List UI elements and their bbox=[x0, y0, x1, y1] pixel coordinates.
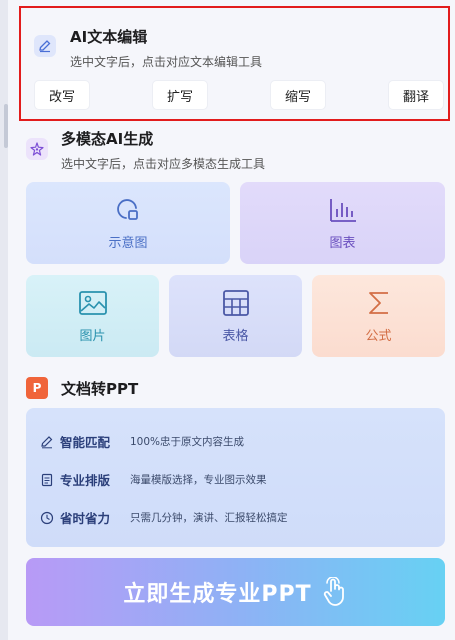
sparkle-icon bbox=[26, 138, 48, 160]
ai-edit-section: AI文本编辑 选中文字后，点击对应文本编辑工具 改写 扩写 缩写 翻译 bbox=[19, 6, 450, 121]
diagram-card[interactable]: 示意图 bbox=[26, 182, 230, 264]
sigma-icon bbox=[368, 291, 388, 314]
scroll-rail[interactable] bbox=[0, 0, 8, 640]
formula-card[interactable]: 公式 bbox=[312, 275, 445, 357]
doc-ppt-title: 文档转PPT bbox=[61, 380, 139, 398]
formula-label: 公式 bbox=[365, 328, 392, 344]
pointer-hand-icon bbox=[323, 577, 344, 606]
abbreviate-button[interactable]: 缩写 bbox=[269, 80, 326, 110]
feature-row: 智能匹配 100%忠于原文内容生成 bbox=[40, 432, 244, 451]
diagram-label: 示意图 bbox=[108, 235, 148, 251]
table-label: 表格 bbox=[222, 328, 249, 344]
generate-ppt-button[interactable]: 立即生成专业PPT bbox=[26, 558, 445, 626]
pencil-icon bbox=[34, 35, 56, 57]
translate-button[interactable]: 翻译 bbox=[387, 80, 444, 110]
powerpoint-icon: P bbox=[26, 377, 48, 399]
ai-edit-subtitle: 选中文字后，点击对应文本编辑工具 bbox=[70, 55, 263, 69]
document-icon bbox=[41, 473, 53, 486]
multimodal-title: 多模态AI生成 bbox=[61, 130, 154, 148]
table-icon bbox=[222, 289, 249, 316]
image-label: 图片 bbox=[79, 328, 106, 344]
chart-card[interactable]: 图表 bbox=[240, 182, 445, 264]
feature-name: 省时省力 bbox=[60, 511, 111, 526]
feature-desc: 只需几分钟，演讲、汇报轻松搞定 bbox=[130, 512, 288, 524]
feature-desc: 100%忠于原文内容生成 bbox=[130, 436, 245, 448]
feature-name: 智能匹配 bbox=[60, 435, 111, 450]
ai-edit-title: AI文本编辑 bbox=[70, 28, 148, 46]
chart-label: 图表 bbox=[329, 235, 356, 251]
clock-icon bbox=[40, 511, 54, 524]
feature-box: 智能匹配 100%忠于原文内容生成 专业排版 海量模版选择，专业图示效果 省时省… bbox=[26, 408, 445, 547]
multimodal-subtitle: 选中文字后，点击对应多模态生成工具 bbox=[61, 157, 266, 171]
generate-ppt-label: 立即生成专业PPT bbox=[123, 582, 312, 607]
feature-row: 专业排版 海量模版选择，专业图示效果 bbox=[40, 470, 267, 489]
image-icon bbox=[78, 290, 107, 315]
rewrite-button[interactable]: 改写 bbox=[34, 80, 91, 110]
expand-button[interactable]: 扩写 bbox=[151, 80, 208, 110]
diagram-icon bbox=[117, 198, 138, 220]
image-card[interactable]: 图片 bbox=[26, 275, 159, 357]
tool-panel: AI文本编辑 选中文字后，点击对应文本编辑工具 改写 扩写 缩写 翻译 多模态A… bbox=[8, 0, 455, 640]
bar-chart-icon bbox=[329, 198, 356, 222]
feature-desc: 海量模版选择，专业图示效果 bbox=[130, 474, 267, 486]
pen-icon bbox=[41, 435, 53, 448]
feature-name: 专业排版 bbox=[60, 473, 111, 488]
feature-row: 省时省力 只需几分钟，演讲、汇报轻松搞定 bbox=[40, 508, 288, 527]
table-card[interactable]: 表格 bbox=[169, 275, 302, 357]
